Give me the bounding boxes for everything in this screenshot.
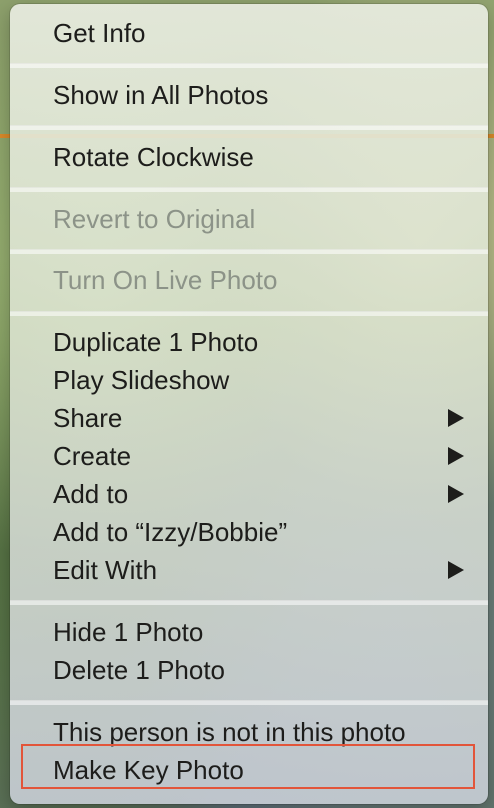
menu-item-label: Get Info: [53, 18, 146, 48]
menu-item-make-key-photo[interactable]: Make Key Photo: [10, 751, 488, 789]
menu-item-create[interactable]: Create: [10, 437, 488, 475]
menu-separator: [10, 311, 488, 316]
menu-separator: [10, 700, 488, 705]
menu-item-rotate-clockwise[interactable]: Rotate Clockwise: [10, 138, 488, 176]
menu-item-show-in-all-photos[interactable]: Show in All Photos: [10, 76, 488, 114]
menu-item-label: Share: [53, 403, 123, 433]
triangle-right-icon: [448, 409, 464, 427]
menu-item-revert-to-original: Revert to Original: [10, 200, 488, 238]
context-menu: Get Info Show in All Photos Rotate Clock…: [10, 4, 488, 804]
menu-item-label: Show in All Photos: [53, 80, 269, 110]
triangle-right-icon: [448, 485, 464, 503]
menu-item-label: Add to: [53, 479, 129, 509]
menu-item-play-slideshow[interactable]: Play Slideshow: [10, 361, 488, 399]
menu-separator: [10, 249, 488, 254]
menu-item-edit-with[interactable]: Edit With: [10, 551, 488, 589]
menu-item-delete-photo[interactable]: Delete 1 Photo: [10, 651, 488, 689]
menu-item-label: Hide 1 Photo: [53, 617, 204, 647]
menu-item-label: Revert to Original: [53, 204, 256, 234]
menu-separator: [10, 600, 488, 605]
menu-item-add-to-album[interactable]: Add to “Izzy/Bobbie”: [10, 513, 488, 551]
menu-item-turn-on-live-photo: Turn On Live Photo: [10, 261, 488, 299]
triangle-right-icon: [448, 447, 464, 465]
menu-item-duplicate-photo[interactable]: Duplicate 1 Photo: [10, 323, 488, 361]
menu-item-label: Duplicate 1 Photo: [53, 327, 259, 357]
menu-separator: [10, 187, 488, 192]
menu-item-label: Turn On Live Photo: [53, 265, 278, 295]
menu-item-share[interactable]: Share: [10, 399, 488, 437]
menu-item-label: Add to “Izzy/Bobbie”: [53, 517, 288, 547]
menu-item-label: Rotate Clockwise: [53, 142, 254, 172]
menu-item-label: Create: [53, 441, 132, 471]
menu-separator: [10, 125, 488, 130]
menu-item-label: Play Slideshow: [53, 365, 230, 395]
menu-item-hide-photo[interactable]: Hide 1 Photo: [10, 613, 488, 651]
menu-item-label: Delete 1 Photo: [53, 655, 226, 685]
menu-item-label: Make Key Photo: [53, 755, 244, 785]
menu-item-label: Edit With: [53, 555, 158, 585]
triangle-right-icon: [448, 561, 464, 579]
menu-item-get-info[interactable]: Get Info: [10, 14, 488, 52]
menu-item-person-not-in-photo[interactable]: This person is not in this photo: [10, 713, 488, 751]
menu-item-label: This person is not in this photo: [53, 717, 406, 747]
screen: Get Info Show in All Photos Rotate Clock…: [0, 0, 494, 808]
menu-separator: [10, 63, 488, 68]
menu-item-add-to[interactable]: Add to: [10, 475, 488, 513]
